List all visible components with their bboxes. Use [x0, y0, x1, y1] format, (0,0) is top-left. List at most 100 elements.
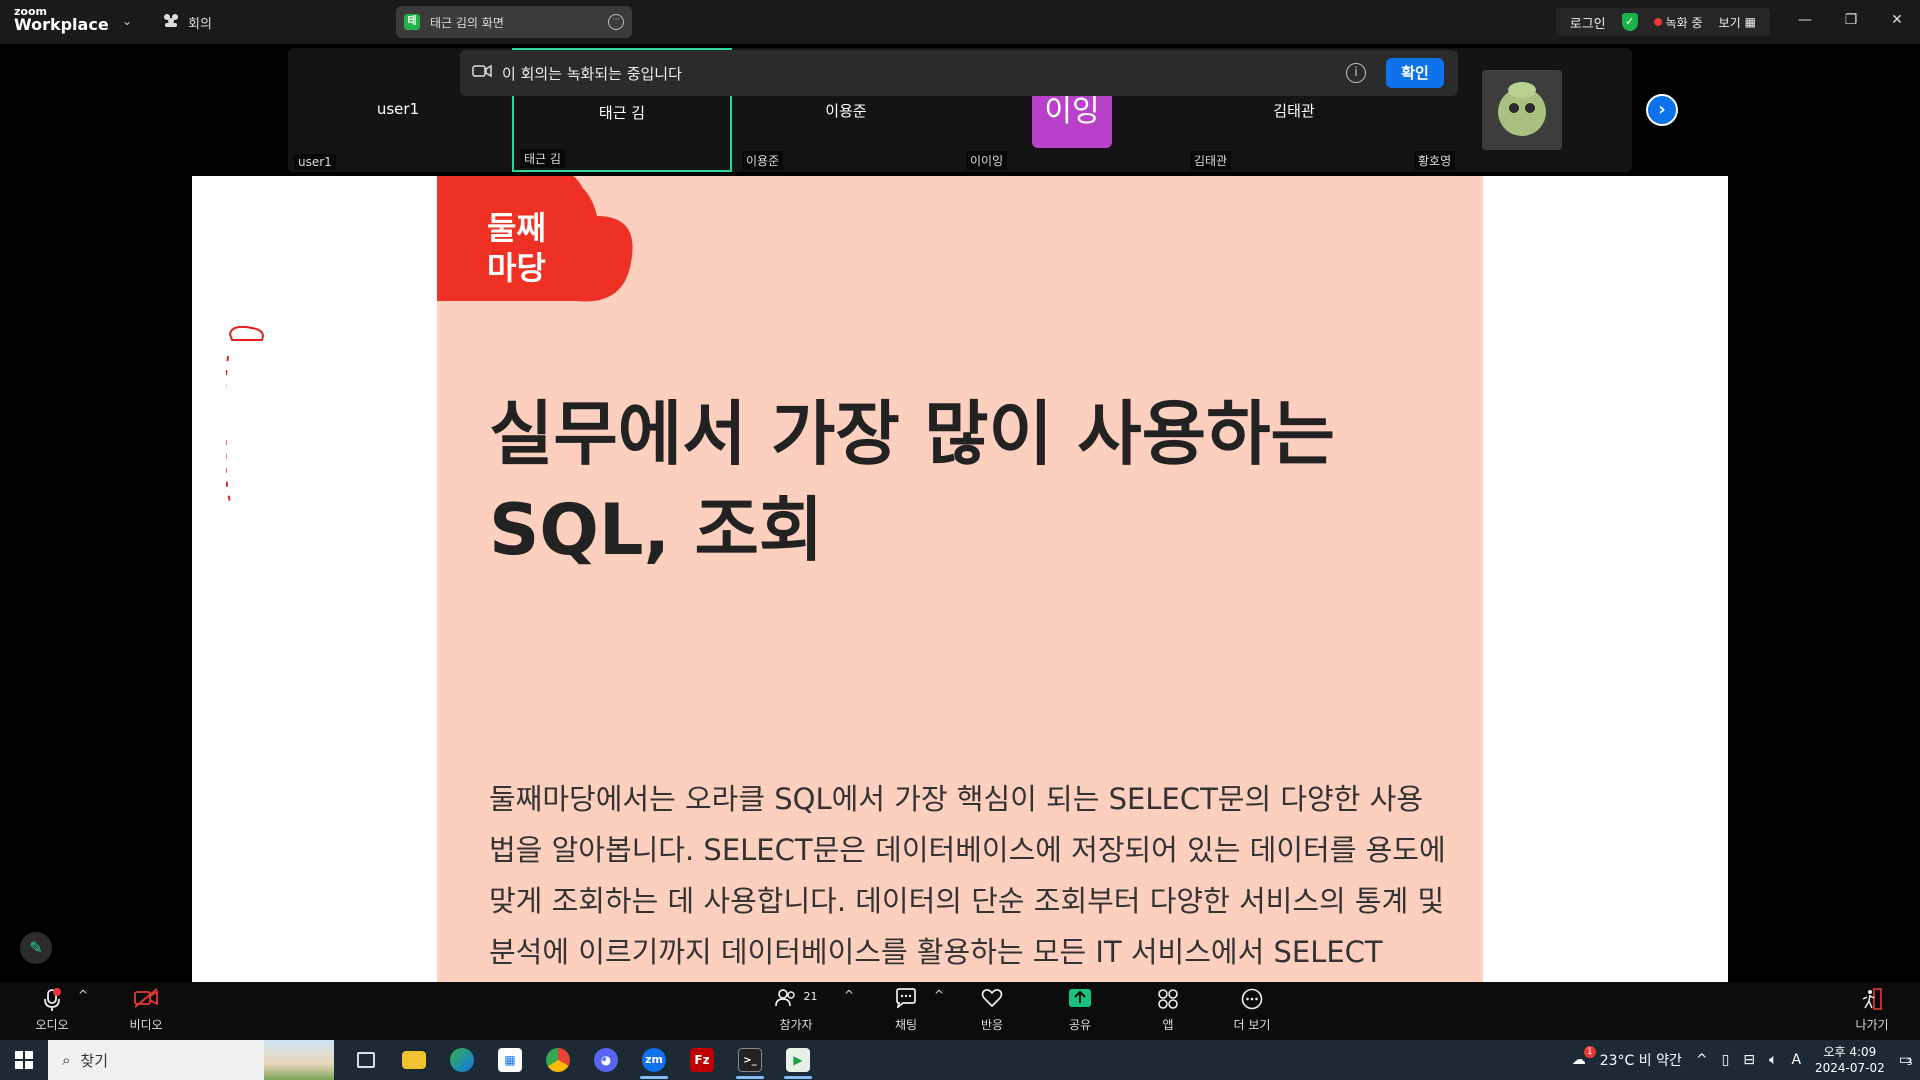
search-highlight-image [264, 1040, 334, 1080]
audio-label: 오디오 [35, 1018, 69, 1032]
security-shield-icon[interactable]: ✓ [1621, 13, 1638, 31]
participant-name: user1 [376, 100, 420, 118]
camera-icon [472, 64, 492, 82]
ime-indicator[interactable]: A [1791, 1052, 1801, 1068]
participant-profile-image [1482, 70, 1562, 150]
search-icon: ⌕ [62, 1051, 71, 1069]
login-link[interactable]: 로그인 [1570, 13, 1606, 32]
chat-caret-icon[interactable]: ^ [934, 988, 944, 1002]
taskbar-apps: ▦ ◕ zm Fz >_ ▶ [342, 1040, 822, 1080]
view-button[interactable]: 보기 ▦ [1719, 14, 1756, 31]
filezilla-icon[interactable]: Fz [678, 1040, 726, 1080]
start-button[interactable] [0, 1040, 48, 1080]
screen-tab-label: 태근 김의 화면 [430, 15, 504, 30]
screen-owner-icon: 태 [404, 14, 420, 30]
participant-tag: 황호영 [1414, 151, 1456, 170]
clock[interactable]: 오후 4:09 2024-07-02 [1815, 1044, 1885, 1076]
slide-body: 둘째마당에서는 오라클 SQL에서 가장 핵심이 되는 SELECT문의 다양한… [489, 782, 1446, 969]
clock-time: 오후 4:09 [1823, 1045, 1877, 1059]
shared-screen-tab[interactable]: 태 태근 김의 화면 ··· [396, 6, 632, 38]
media-app-icon[interactable]: ▶ [774, 1040, 822, 1080]
share-label: 공유 [1068, 1018, 1092, 1032]
top-right-controls: 로그인 ✓ 녹화 중 보기 ▦ [1555, 8, 1770, 36]
recording-status[interactable]: 녹화 중 [1653, 14, 1703, 31]
audio-caret-icon[interactable]: ^ [78, 988, 88, 1002]
volume-icon[interactable]: 🔈︎ [1769, 1052, 1777, 1068]
heart-icon [970, 988, 1014, 1016]
participant-name: 이용준 [825, 102, 867, 120]
reactions-button[interactable]: 반응 [970, 988, 1014, 1033]
share-button[interactable]: 공유 [1058, 988, 1102, 1033]
zoom-logo[interactable]: zoom Workplace [14, 6, 109, 33]
shared-screen-area: 둘째 마당 실무에서 가장 많이 사용하는 SQL, 조회 둘째마당에서는 오라… [192, 176, 1728, 982]
taskbar-search[interactable]: ⌕ 찾기 [48, 1040, 334, 1080]
apps-label: 앱 [1162, 1018, 1174, 1032]
badge-line2: 마당 [487, 249, 546, 287]
chrome-icon[interactable] [534, 1040, 582, 1080]
more-options-icon[interactable]: ··· [608, 14, 624, 30]
weather-cloud-icon[interactable]: ☁ 1 [1572, 1046, 1596, 1068]
restore-icon[interactable]: ❐ [1828, 0, 1874, 40]
share-screen-icon [1058, 988, 1102, 1016]
participants-button[interactable]: 21 참가자 [770, 988, 822, 1033]
weather-text[interactable]: 23°C 비 약간 [1600, 1050, 1682, 1070]
meeting-toolbar: 오디오 ^ 비디오 21 참가자 ^ 채팅 ^ 반응 공유 앱 더 보기 나가기 [0, 982, 1920, 1040]
task-view-icon[interactable] [342, 1040, 390, 1080]
participant-name: 김태관 [1273, 102, 1315, 120]
recording-label: 녹화 중 [1665, 15, 1703, 30]
minimize-icon[interactable]: — [1782, 0, 1828, 40]
participant-tag: 이용준 [742, 151, 784, 170]
chevron-down-icon[interactable]: ⌄ [122, 14, 132, 28]
participants-label: 참가자 [779, 1018, 813, 1032]
windows-logo-icon [15, 1051, 33, 1069]
discord-icon[interactable]: ◕ [582, 1040, 630, 1080]
logo-line2: Workplace [14, 15, 109, 34]
info-icon[interactable]: i [1346, 63, 1366, 83]
notification-count: 3 [1906, 1058, 1913, 1068]
annotate-pen-icon[interactable]: ✎ [20, 932, 52, 964]
slide-page: 둘째 마당 실무에서 가장 많이 사용하는 SQL, 조회 둘째마당에서는 오라… [437, 176, 1483, 982]
exit-icon [1850, 988, 1894, 1016]
more-label: 더 보기 [1233, 1018, 1271, 1032]
chevron-up-icon[interactable]: ^ [1696, 1052, 1708, 1068]
next-page-arrow-icon[interactable]: › [1646, 94, 1678, 126]
video-label: 비디오 [129, 1018, 163, 1032]
zoom-app-icon[interactable]: zm [630, 1040, 678, 1080]
more-dots-icon [1226, 988, 1278, 1016]
recording-dot-icon [1653, 18, 1662, 26]
confirm-button[interactable]: 확인 [1386, 58, 1444, 88]
chat-icon [884, 988, 928, 1016]
view-label: 보기 [1718, 15, 1741, 30]
store-icon[interactable]: ▦ [486, 1040, 534, 1080]
edge-browser-icon[interactable] [438, 1040, 486, 1080]
badge-line1: 둘째 [487, 209, 546, 247]
participant-tag: 이이잉 [966, 151, 1008, 170]
clock-date: 2024-07-02 [1815, 1061, 1885, 1075]
search-label: 찾기 [80, 1051, 109, 1070]
more-button[interactable]: 더 보기 [1226, 988, 1278, 1033]
terminal-icon[interactable]: >_ [726, 1040, 774, 1080]
audio-button[interactable]: 오디오 [30, 988, 74, 1033]
meeting-label: 회의 [188, 16, 212, 32]
apps-button[interactable]: 앱 [1146, 988, 1190, 1033]
window-controls: — ❐ ✕ [1782, 0, 1920, 40]
device-icon[interactable]: ▯ [1722, 1052, 1730, 1068]
video-button[interactable]: 비디오 [124, 988, 168, 1033]
meeting-menu-button[interactable]: 회의 [162, 12, 212, 32]
notice-text: 이 회의는 녹화되는 중입니다 [502, 64, 682, 83]
file-explorer-icon[interactable] [390, 1040, 438, 1080]
chat-button[interactable]: 채팅 [884, 988, 928, 1033]
participants-caret-icon[interactable]: ^ [844, 988, 854, 1002]
windows-taskbar: ⌕ 찾기 ▦ ◕ zm Fz >_ ▶ ☁ 1 23°C 비 약간 ^ ▯ ⊟ 🔈… [0, 1040, 1920, 1080]
annotation-drawing [226, 326, 264, 503]
notification-icon[interactable]: ▭ 3 [1899, 1052, 1913, 1068]
participants-group-icon [162, 12, 180, 32]
close-icon[interactable]: ✕ [1874, 0, 1920, 40]
participants-icon: 21 [770, 988, 822, 1016]
participant-avatar: 이잉 [1032, 92, 1112, 148]
title-bar: zoom Workplace ⌄ 회의 태 태근 김의 화면 ··· 로그인 ✓… [0, 0, 1920, 44]
participant-tag: 태근 김 [520, 149, 565, 168]
microphone-icon [30, 988, 74, 1016]
leave-button[interactable]: 나가기 [1850, 988, 1894, 1033]
network-icon[interactable]: ⊟ [1743, 1052, 1755, 1068]
